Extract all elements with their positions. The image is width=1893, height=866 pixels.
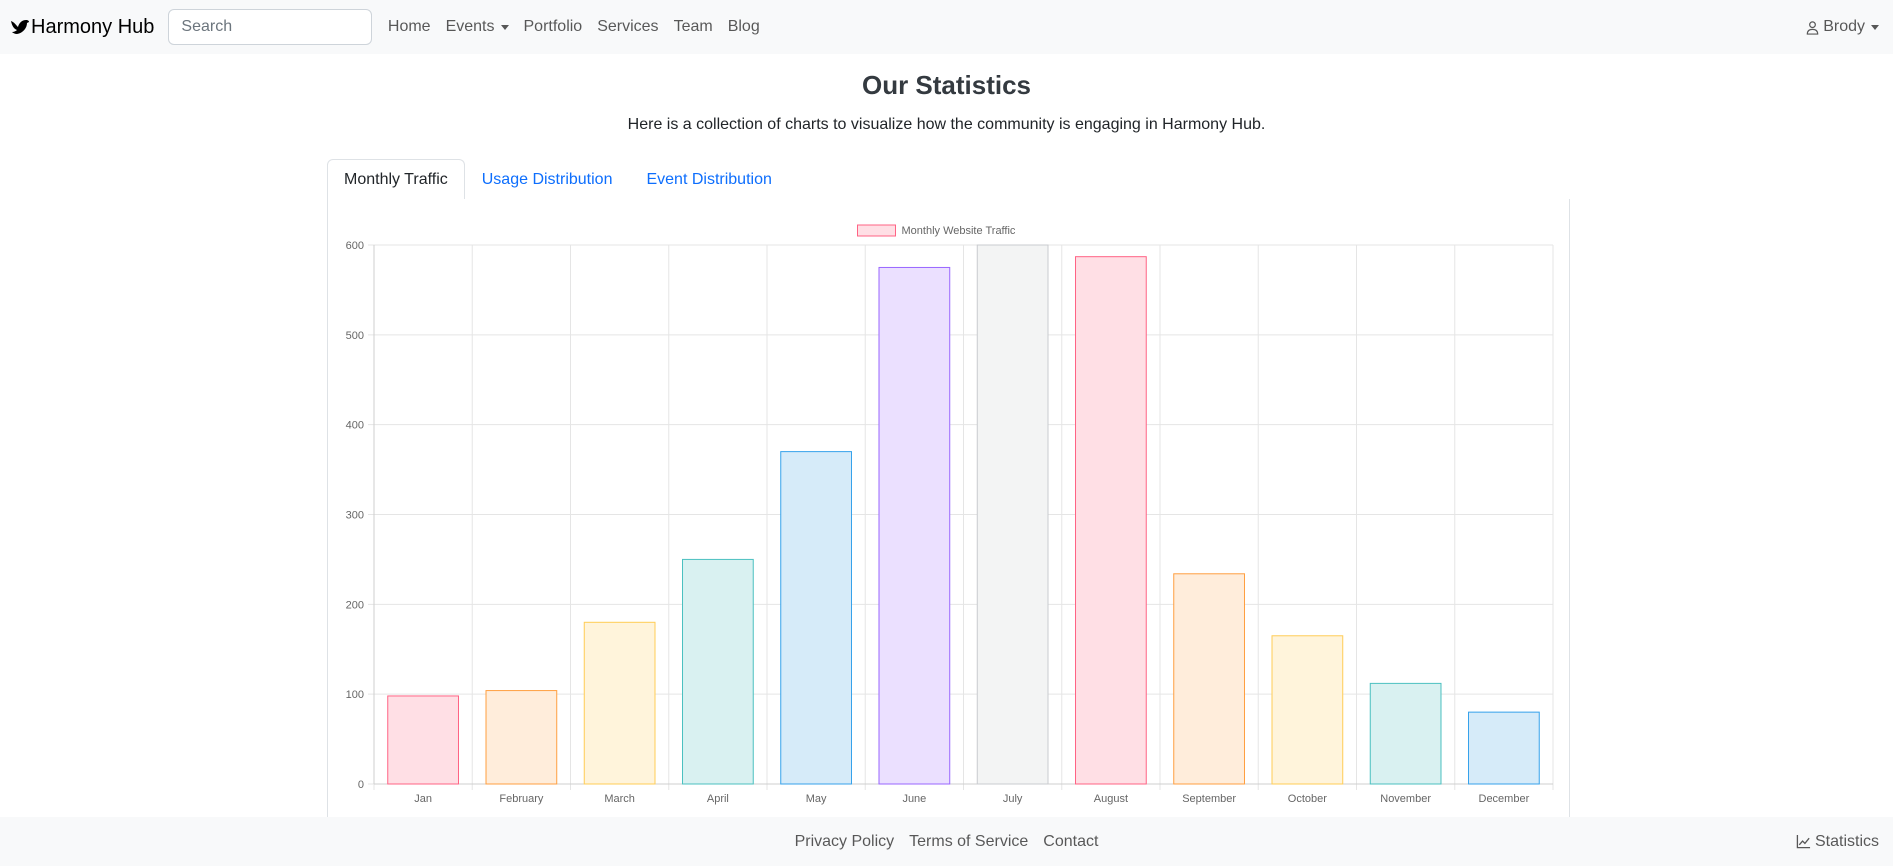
search-input[interactable]: Search: [168, 9, 373, 45]
y-tick-label: 400: [346, 420, 364, 432]
tab-event-distribution[interactable]: Event Distribution: [629, 159, 788, 200]
tab-monthly-traffic[interactable]: Monthly Traffic: [327, 159, 465, 200]
footer-terms-link[interactable]: Terms of Service: [902, 833, 1036, 851]
page-title: Our Statistics: [861, 70, 1032, 100]
navbar: Harmony Hub Search Home Events Portfolio…: [0, 0, 1893, 54]
bar: [976, 244, 1049, 785]
bar: [1468, 711, 1540, 785]
user-dropdown[interactable]: Brody: [1805, 0, 1879, 54]
footer-privacy-link[interactable]: Privacy Policy: [787, 833, 902, 851]
bar: [780, 451, 852, 785]
line-chart-icon: [1796, 834, 1811, 849]
bar: [1271, 635, 1344, 785]
person-icon: [1806, 20, 1819, 35]
nav-home[interactable]: Home: [380, 18, 438, 36]
nav-services[interactable]: Services: [590, 18, 666, 36]
footer-contact-link[interactable]: Contact: [1036, 833, 1106, 851]
footer-statistics-link[interactable]: Statistics: [1796, 817, 1879, 866]
bird-logo-icon: [11, 20, 29, 34]
footer-statistics-label: Statistics: [1814, 832, 1879, 850]
y-tick-label: 500: [346, 330, 364, 342]
x-tick-label: November: [1380, 793, 1431, 805]
x-tick-label: October: [1288, 793, 1327, 805]
bar: [1075, 256, 1147, 785]
x-tick-label: December: [1479, 793, 1530, 805]
x-tick-label: June: [902, 793, 926, 805]
nav-team[interactable]: Team: [666, 18, 720, 36]
page-subtitle: Here is a collection of charts to visual…: [627, 116, 1266, 133]
tab-usage-distribution[interactable]: Usage Distribution: [465, 159, 630, 200]
monthly-traffic-chart: 0 100 200 300 400 500 600 Jan February March April…: [346, 224, 1554, 805]
legend-swatch: [857, 224, 896, 237]
y-tick-label: 200: [346, 599, 364, 611]
caret-down-icon: [500, 24, 509, 30]
bar: [1369, 682, 1442, 785]
caret-down-icon: [1871, 24, 1879, 30]
nav-events-dropdown[interactable]: Events: [438, 18, 516, 36]
user-name: Brody: [1823, 18, 1865, 35]
x-tick-label: August: [1094, 793, 1128, 805]
y-tick-label: 0: [358, 779, 364, 791]
nav-portfolio[interactable]: Portfolio: [516, 18, 590, 36]
y-tick-label: 300: [346, 510, 364, 522]
x-tick-label: September: [1182, 793, 1236, 805]
x-tick-label: March: [604, 793, 635, 805]
x-tick-label: April: [707, 793, 729, 805]
x-tick-label: May: [806, 793, 827, 805]
bar: [387, 695, 459, 785]
x-tick-label: July: [1003, 793, 1023, 805]
nav-blog[interactable]: Blog: [720, 18, 767, 36]
chart-tabs: Monthly Traffic Usage Distribution Event…: [327, 159, 1570, 200]
bar: [1173, 573, 1245, 785]
legend-label: Monthly Website Traffic: [902, 225, 1016, 237]
y-tick-label: 100: [346, 689, 364, 701]
brand-name: Harmony Hub: [31, 15, 155, 38]
x-tick-label: February: [499, 793, 544, 805]
bar: [682, 558, 754, 785]
footer-links: Privacy Policy Terms of Service Contact: [0, 817, 1893, 866]
bar: [583, 621, 656, 785]
nav-events-label: Events: [445, 18, 495, 35]
y-tick-label: 600: [346, 240, 364, 252]
nav-links: Home Events Portfolio Services Team Blog: [380, 18, 767, 36]
bar: [485, 690, 558, 785]
brand[interactable]: Harmony Hub: [10, 16, 154, 39]
bar: [878, 266, 951, 785]
x-tick-label: Jan: [414, 793, 432, 805]
footer: Privacy Policy Terms of Service Contact …: [0, 817, 1893, 866]
